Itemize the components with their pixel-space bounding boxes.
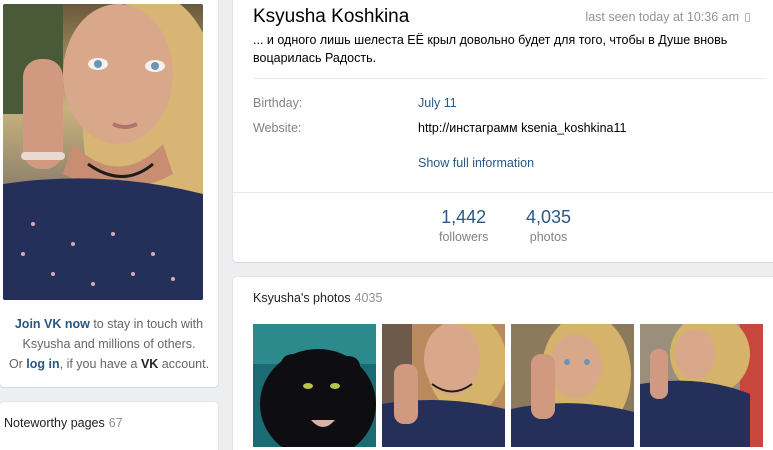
show-full-information-link[interactable]: Show full information	[418, 156, 534, 170]
join-text-3: account.	[158, 357, 210, 371]
profile-sidebar: Join VK now to stay in touch with Ksyush…	[0, 0, 218, 387]
photo-thumbnail[interactable]	[640, 324, 763, 447]
photos-card: Ksyusha's photos 4035	[233, 277, 773, 450]
divider	[253, 78, 766, 79]
profile-avatar[interactable]	[3, 4, 203, 300]
photos-label: photos	[529, 230, 568, 244]
join-or: Or	[8, 357, 27, 371]
birthday-label: Birthday:	[253, 96, 303, 110]
followers-count: 1,442	[441, 207, 487, 227]
photos-section-title: Ksyusha's photos	[253, 291, 351, 305]
noteworthy-pages-title: Noteworthy pages	[4, 416, 105, 430]
join-prompt: Join VK now to stay in touch with Ksyush…	[0, 314, 218, 374]
birthday-value-link[interactable]: July 11	[418, 96, 457, 110]
followers-counter[interactable]: 1,442 followers	[439, 206, 488, 246]
photo-thumbnail[interactable]	[511, 324, 634, 447]
profile-status-text: ... и одного лишь шелеста ЕЁ крыл доволь…	[253, 33, 728, 65]
last-seen-text: last seen today at 10:36 am	[585, 10, 739, 24]
photos-count: 4,035	[526, 207, 572, 227]
photo-thumbnail[interactable]	[382, 324, 505, 447]
divider	[233, 192, 773, 193]
mobile-phone-icon	[745, 12, 750, 22]
photos-section-count: 4035	[354, 291, 383, 305]
last-seen-status: last seen today at 10:36 am	[585, 10, 750, 24]
photo-thumbnail[interactable]	[253, 324, 376, 447]
profile-name: Ksyusha Koshkina	[253, 6, 410, 27]
noteworthy-pages-count: 67	[108, 416, 123, 430]
followers-label: followers	[439, 230, 489, 244]
noteworthy-pages-header[interactable]: Noteworthy pages 67	[4, 416, 123, 430]
noteworthy-pages-card: Noteworthy pages 67	[0, 402, 218, 450]
website-label: Website:	[253, 121, 302, 135]
join-text-2: , if you have a	[59, 357, 141, 371]
photos-counter[interactable]: 4,035 photos	[526, 206, 571, 246]
photos-section-header[interactable]: Ksyusha's photos 4035	[253, 291, 382, 305]
join-vk-link[interactable]: Join VK now	[15, 317, 90, 331]
profile-info-card: Ksyusha Koshkina last seen today at 10:3…	[233, 0, 773, 262]
login-link[interactable]: log in	[26, 357, 59, 371]
vk-brand-text: VK	[140, 357, 159, 371]
website-value: http://инстаграмм ksenia_koshkina11	[418, 121, 627, 135]
